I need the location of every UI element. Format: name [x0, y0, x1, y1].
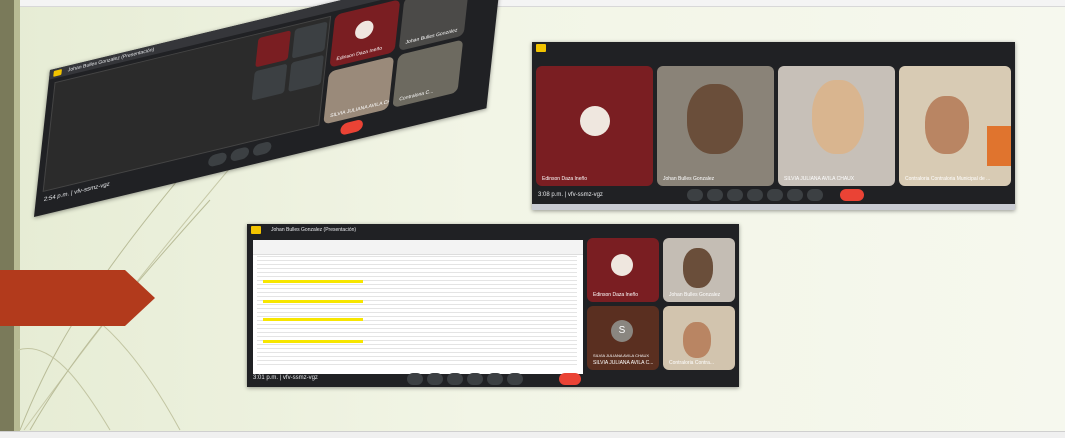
slide-left-stripe-light	[14, 0, 20, 437]
spreadsheet-ribbon	[253, 240, 583, 255]
mini-tile-dark	[251, 63, 288, 101]
more-options-button[interactable]	[507, 373, 523, 385]
camera-button[interactable]	[427, 373, 443, 385]
reactions-button[interactable]	[767, 189, 783, 201]
red-arrow-shape	[0, 270, 155, 326]
tile-contraloria: Contraloria Contraloria Municipal de ...	[899, 66, 1011, 186]
highlighted-row	[263, 340, 363, 343]
participant-face	[687, 84, 743, 154]
meet-screenshot-3: Johan Bulles Gonzalez (Presentación) Edi…	[247, 224, 739, 387]
avatar	[611, 254, 633, 276]
tile-edinson: Edinson Daza Ineño	[587, 238, 659, 302]
meet-screenshot-2: Edinson Daza Ineño Johan Bulles Gonzalez…	[532, 42, 1015, 210]
presentation-title: Johan Bulles Gonzalez (Presentación)	[271, 227, 357, 233]
avatar: S	[611, 320, 633, 342]
end-call-button[interactable]	[559, 373, 581, 385]
captions-button[interactable]	[687, 189, 703, 201]
mic-button[interactable]	[707, 189, 723, 201]
tile-name: Edinson Daza Ineño	[542, 176, 588, 182]
spreadsheet-grid	[257, 256, 577, 368]
present-button[interactable]	[252, 140, 272, 157]
meet-logo-icon	[536, 44, 546, 52]
orange-background	[987, 126, 1011, 166]
tile-name: Johan Bulles Gonzalez	[663, 176, 715, 182]
present-button[interactable]	[447, 373, 463, 385]
camera-button[interactable]	[727, 189, 743, 201]
meeting-time: 3:08 p.m. | vfv-ssmz-vgz	[538, 192, 603, 198]
tile-name: Edinson Daza Ineño	[593, 292, 639, 298]
end-call-button[interactable]	[339, 118, 364, 136]
tile-name: Contraloria Contraloria Municipal de ...	[905, 176, 991, 182]
tile-edinson: Edinson Daza Ineño	[536, 66, 653, 186]
mini-tile-dark	[291, 21, 328, 59]
mic-button[interactable]	[207, 151, 228, 168]
tile-name: Johan Bulles Gonzalez	[669, 292, 721, 298]
raise-hand-button[interactable]	[487, 373, 503, 385]
tile-name: SILVIA JULIANA AVILA C...	[593, 360, 654, 366]
tile-johan: Johan Bulles Gonzalez	[663, 238, 735, 302]
participant-face	[683, 322, 711, 358]
present-button[interactable]	[747, 189, 763, 201]
shared-spreadsheet	[253, 240, 583, 374]
meeting-time: 3:01 p.m. | vfv-ssmz-vgz	[253, 375, 318, 381]
participant-face	[812, 80, 864, 154]
windows-taskbar	[532, 204, 1015, 210]
mini-tile-red	[255, 30, 291, 68]
mic-button[interactable]	[407, 373, 423, 385]
participant-face	[925, 96, 969, 154]
slide-top-bar	[0, 0, 1065, 7]
end-call-button[interactable]	[840, 189, 864, 201]
tile-name: SILVIA JULIANA AVILA CH.	[329, 98, 393, 120]
slide-left-stripe	[0, 0, 14, 437]
camera-button[interactable]	[230, 146, 250, 163]
avatar-letter: S	[618, 325, 626, 336]
reactions-button[interactable]	[467, 373, 483, 385]
participant-face	[683, 248, 713, 288]
tile-johan: Johan Bulles Gonzalez	[657, 66, 774, 186]
raise-hand-button[interactable]	[787, 189, 803, 201]
tile-name: SILVIA JULIANA AVILA CHAUX	[784, 176, 855, 182]
highlighted-row	[263, 300, 363, 303]
avatar	[354, 18, 375, 41]
tile-name: Contraloria Contra...	[669, 360, 715, 366]
more-options-button[interactable]	[807, 189, 823, 201]
tile-silvia: S SILVIA JULIANA AVILA CHAUX SILVIA JULI…	[587, 306, 659, 370]
tile-sub-label: SILVIA JULIANA AVILA CHAUX	[593, 353, 650, 358]
meet-logo-icon	[251, 226, 261, 234]
tile-silvia: SILVIA JULIANA AVILA CHAUX	[778, 66, 895, 186]
highlighted-row	[263, 318, 363, 321]
avatar	[580, 106, 610, 136]
mini-tile-dark	[288, 54, 324, 92]
tile-contraloria: Contraloria Contra...	[663, 306, 735, 370]
tile-name: Contraloria C...	[398, 88, 434, 103]
highlighted-row	[263, 280, 363, 283]
